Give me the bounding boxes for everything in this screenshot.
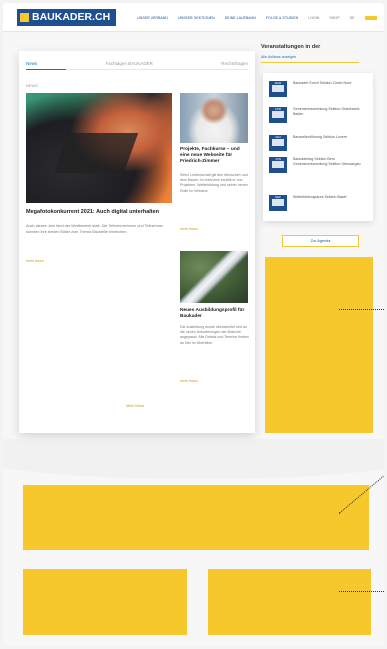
- event-text: Baukadertag Sektion Bern Generalversamml…: [293, 157, 361, 166]
- events-all-link[interactable]: Alle Anlässe anzeigen: [261, 55, 296, 59]
- tab-rechtsfragen[interactable]: Rechtsfragen: [221, 61, 248, 66]
- site-logo[interactable]: BAUKADER.CH: [17, 9, 117, 26]
- side-article-2-title[interactable]: Neues Ausbildungsprofil für Baukader: [180, 308, 250, 320]
- active-tab-indicator: [26, 69, 66, 70]
- side-article-1-image[interactable]: [180, 93, 248, 143]
- news-kicker: NEWS: [26, 83, 38, 88]
- side-article-2-image[interactable]: [180, 251, 248, 303]
- event-text: Baustellenführung Sektion Luzern: [293, 135, 347, 139]
- nav-item-shop[interactable]: SHOP: [329, 16, 339, 20]
- side-article-2-more-link[interactable]: mehr lesen: [180, 379, 198, 383]
- event-item[interactable]: APR Generalversammlung Sektion Ostschwei…: [269, 107, 369, 123]
- logo-text: BAUKADER.CH: [32, 11, 111, 23]
- site-header: BAUKADER.CH UNSER VERBAND UNSERE SEKTION…: [3, 3, 384, 32]
- side-article-1-more-link[interactable]: mehr lesen: [180, 227, 198, 231]
- main-article-title[interactable]: Megafotokonkurrent 2021: Auch digital un…: [26, 209, 174, 216]
- ad-skyscraper[interactable]: [265, 257, 373, 433]
- main-article-excerpt: Auch dieses Jahr fand der Wettbewerb sta…: [26, 224, 164, 234]
- events-list: MAR Baukader Event Sektion Zürich Nord A…: [263, 73, 373, 221]
- ad-rectangle-left[interactable]: [23, 569, 187, 635]
- events-title: Veranstaltungen in der: [261, 44, 321, 50]
- side-article-2-excerpt: Die Ausbildung wurde überarbeitet und an…: [180, 325, 249, 345]
- ad-rectangle-right[interactable]: [208, 569, 371, 635]
- event-text: Generalversammlung Sektion Ostschweiz Ba…: [293, 107, 360, 116]
- event-date-icon: APR: [269, 107, 287, 123]
- ad-rectangle-pointer: [339, 591, 384, 592]
- side-article-1-excerpt: Seine Leidenschaft gilt den Menschen und…: [180, 173, 248, 193]
- event-text: Weiterbildungskurs Sektion Basel: [293, 195, 347, 199]
- event-date-icon: JUN: [269, 157, 287, 173]
- event-date-icon: MAI: [269, 135, 287, 151]
- main-nav: UNSER VERBAND UNSERE SEKTIONEN DEINE LAU…: [137, 16, 377, 20]
- language-switch[interactable]: DE: [350, 16, 355, 20]
- event-item[interactable]: SEP Weiterbildungskurs Sektion Basel: [269, 195, 369, 211]
- side-article-1-title[interactable]: Projekte, Fachkurse – und eine neue Webs…: [180, 147, 250, 165]
- event-item[interactable]: JUN Baukadertag Sektion Bern Generalvers…: [269, 157, 369, 173]
- tab-fachtagen[interactable]: Fachtagen BAUKADER: [106, 61, 153, 66]
- news-card: News Fachtagen BAUKADER Rechtsfragen NEW…: [19, 51, 255, 433]
- event-date-icon: SEP: [269, 195, 287, 211]
- ad-leaderboard[interactable]: [23, 485, 369, 550]
- main-article-image[interactable]: [26, 93, 172, 203]
- nav-item-verband[interactable]: UNSER VERBAND: [137, 16, 168, 20]
- event-item[interactable]: MAI Baustellenführung Sektion Luzern: [269, 135, 369, 151]
- section-divider: [3, 439, 384, 479]
- agenda-button[interactable]: Zur Agenda: [282, 235, 359, 247]
- nav-item-studien[interactable]: FOLGE & STUDIEN: [266, 16, 298, 20]
- nav-item-laufbahn[interactable]: DEINE LAUFBAHN: [225, 16, 256, 20]
- page-frame: BAUKADER.CH UNSER VERBAND UNSERE SEKTION…: [3, 3, 384, 646]
- tab-news[interactable]: News: [26, 61, 37, 66]
- event-item[interactable]: MAR Baukader Event Sektion Zürich Nord: [269, 81, 369, 97]
- main-article-more-link[interactable]: mehr lesen: [26, 259, 44, 263]
- news-tabs: News Fachtagen BAUKADER Rechtsfragen: [26, 61, 248, 66]
- nav-item-sektionen[interactable]: UNSERE SEKTIONEN: [178, 16, 215, 20]
- event-date-icon: MAR: [269, 81, 287, 97]
- event-text: Baukader Event Sektion Zürich Nord: [293, 81, 352, 85]
- ad-skyscraper-pointer: [339, 309, 384, 310]
- flag-icon[interactable]: [364, 16, 377, 20]
- events-title-underline: [261, 62, 359, 63]
- load-more-link[interactable]: Mehr News: [126, 404, 144, 408]
- logo-mark-icon: [20, 13, 29, 22]
- nav-item-login[interactable]: LOGIN: [308, 16, 319, 20]
